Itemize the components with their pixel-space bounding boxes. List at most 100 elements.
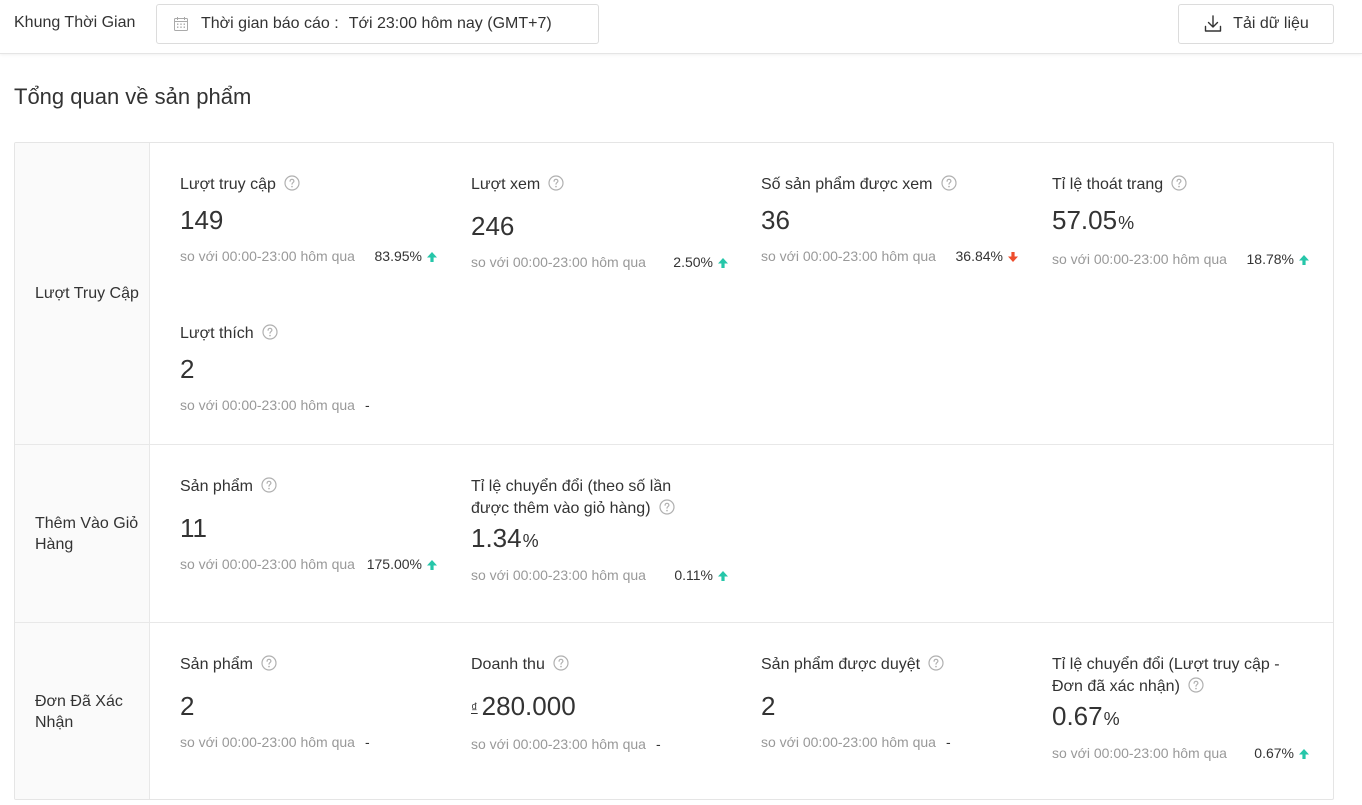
row-label: Lượt Truy Cập <box>35 285 139 302</box>
metric-unit: % <box>522 531 539 551</box>
comparison-text: so với 00:00-23:00 hôm qua <box>1052 251 1227 267</box>
metric-comparison: so với 00:00-23:00 hôm qua 18.78% <box>1052 251 1310 268</box>
timeframe-label: Khung Thời Gian <box>14 14 136 31</box>
metric-cart-products: Sản phẩm 11 so với 00:00-23:00 hôm qua 1… <box>180 476 440 573</box>
metric-comparison: so với 00:00-23:00 hôm qua 2.50% <box>471 254 729 271</box>
arrow-up-icon <box>1298 254 1310 266</box>
metric-comparison: so với 00:00-23:00 hôm qua - <box>761 734 1019 751</box>
change-percent: - <box>655 736 661 752</box>
metric-title: Tỉ lệ chuyển đổi (Lượt truy cập - Đơn đã… <box>1052 656 1280 695</box>
comparison-text: so với 00:00-23:00 hôm qua <box>761 248 936 264</box>
row-label-cell: Lượt Truy Cập <box>15 143 150 444</box>
metric-value: 36 <box>761 205 790 235</box>
calendar-icon <box>173 16 189 32</box>
change-percent: 36.84% <box>955 248 1003 264</box>
comparison-text: so với 00:00-23:00 hôm qua <box>471 736 646 752</box>
metric-comparison: so với 00:00-23:00 hôm qua 0.11% <box>471 567 729 584</box>
metric-title: Số sản phẩm được xem <box>761 176 933 193</box>
help-icon[interactable] <box>261 477 277 493</box>
metric-cart-conversion-rate: Tỉ lệ chuyển đổi (theo số lần được thêm … <box>471 476 731 584</box>
metric-value: 2 <box>761 691 776 721</box>
comparison-text: so với 00:00-23:00 hôm qua <box>180 734 355 750</box>
comparison-text: so với 00:00-23:00 hôm qua <box>761 734 936 750</box>
metric-title: Sản phẩm được duyệt <box>761 656 921 673</box>
download-data-button[interactable]: Tải dữ liệu <box>1178 4 1334 44</box>
metric-value: 57.05 <box>1052 205 1118 235</box>
metric-comparison: so với 00:00-23:00 hôm qua 0.67% <box>1052 745 1310 762</box>
metric-comparison: so với 00:00-23:00 hôm qua - <box>471 736 729 753</box>
change-percent: - <box>364 734 370 750</box>
metric-value: 280.000 <box>481 691 576 721</box>
metric-visits: Lượt truy cập 149 so với 00:00-23:00 hôm… <box>180 174 440 265</box>
top-toolbar: Khung Thời Gian Thời gian báo cáo : Tới … <box>0 0 1362 54</box>
metric-products-viewed: Số sản phẩm được xem 36 so với 00:00-23:… <box>761 174 1021 265</box>
metric-value: 11 <box>180 513 207 543</box>
comparison-text: so với 00:00-23:00 hôm qua <box>471 254 646 270</box>
comparison-text: so với 00:00-23:00 hôm qua <box>180 248 355 264</box>
metric-title: Sản phẩm <box>180 656 253 673</box>
help-icon[interactable] <box>284 175 300 191</box>
report-date-picker[interactable]: Thời gian báo cáo : Tới 23:00 hôm nay (G… <box>156 4 599 44</box>
metric-title: Doanh thu <box>471 656 545 673</box>
change-percent: 18.78% <box>1246 251 1294 267</box>
metric-unit: % <box>1118 213 1135 233</box>
change-percent: 0.11% <box>674 567 713 583</box>
help-icon[interactable] <box>1188 677 1204 693</box>
help-icon[interactable] <box>553 655 569 671</box>
metric-value: 0.67 <box>1052 701 1103 731</box>
metric-value: 1.34 <box>471 523 522 553</box>
comparison-text: so với 00:00-23:00 hôm qua <box>180 556 355 572</box>
comparison-text: so với 00:00-23:00 hôm qua <box>471 567 646 583</box>
arrow-up-icon <box>717 257 729 269</box>
metric-title: Lượt truy cập <box>180 176 276 193</box>
row-label: Thêm Vào Giỏ Hàng <box>35 514 139 553</box>
arrow-down-icon <box>1007 251 1019 263</box>
change-percent: 175.00% <box>366 556 422 572</box>
metric-comparison: so với 00:00-23:00 hôm qua 83.95% <box>180 248 438 265</box>
metric-comparison: so với 00:00-23:00 hôm qua 175.00% <box>180 556 438 573</box>
download-button-label: Tải dữ liệu <box>1233 15 1309 32</box>
metric-row-confirmed-orders: Đơn Đã Xác Nhận Sản phẩm 2 so với 00:00-… <box>15 623 1333 799</box>
metric-approved-products: Sản phẩm được duyệt 2 so với 00:00-23:00… <box>761 654 1021 751</box>
metric-title: Lượt xem <box>471 176 541 193</box>
metric-value: 2 <box>180 691 195 721</box>
arrow-up-icon <box>717 570 729 582</box>
metric-value: 2 <box>180 354 195 384</box>
row-label-cell: Đơn Đã Xác Nhận <box>15 623 150 799</box>
metric-pageviews: Lượt xem 246 so với 00:00-23:00 hôm qua … <box>471 174 731 271</box>
metric-row-visits: Lượt Truy Cập Lượt truy cập 149 so với 0… <box>15 143 1333 445</box>
metric-bounce-rate: Tỉ lệ thoát trang 57.05% so với 00:00-23… <box>1052 174 1312 268</box>
metric-title: Sản phẩm <box>180 478 253 495</box>
date-range-value: Tới 23:00 hôm nay (GMT+7) <box>348 15 552 32</box>
help-icon[interactable] <box>548 175 564 191</box>
help-icon[interactable] <box>928 655 944 671</box>
metric-comparison: so với 00:00-23:00 hôm qua - <box>180 734 438 751</box>
arrow-up-icon <box>426 251 438 263</box>
currency-symbol: ₫ <box>471 700 478 715</box>
metric-comparison: so với 00:00-23:00 hôm qua 36.84% <box>761 248 1019 265</box>
help-icon[interactable] <box>941 175 957 191</box>
help-icon[interactable] <box>1171 175 1187 191</box>
metric-title: Tỉ lệ thoát trang <box>1052 176 1164 193</box>
download-icon <box>1203 14 1223 34</box>
comparison-text: so với 00:00-23:00 hôm qua <box>180 397 355 413</box>
metric-title: Tỉ lệ chuyển đổi (theo số lần được thêm … <box>471 478 672 517</box>
metric-order-conversion-rate: Tỉ lệ chuyển đổi (Lượt truy cập - Đơn đã… <box>1052 654 1312 762</box>
change-percent: 2.50% <box>673 254 713 270</box>
metric-revenue: Doanh thu ₫ 280.000 so với 00:00-23:00 hô… <box>471 654 731 753</box>
help-icon[interactable] <box>262 324 278 340</box>
row-label-cell: Thêm Vào Giỏ Hàng <box>15 445 150 622</box>
metric-unit: % <box>1103 709 1120 729</box>
metric-order-products: Sản phẩm 2 so với 00:00-23:00 hôm qua - <box>180 654 440 751</box>
metric-value: 246 <box>471 211 515 241</box>
product-overview-card: Lượt Truy Cập Lượt truy cập 149 so với 0… <box>14 142 1334 800</box>
help-icon[interactable] <box>261 655 277 671</box>
help-icon[interactable] <box>659 499 675 515</box>
change-percent: - <box>945 734 951 750</box>
metric-title: Lượt thích <box>180 325 254 342</box>
row-label: Đơn Đã Xác Nhận <box>35 693 123 731</box>
change-percent: 0.67% <box>1254 745 1294 761</box>
change-percent: 83.95% <box>374 248 422 264</box>
metric-comparison: so với 00:00-23:00 hôm qua - <box>180 397 438 414</box>
date-prefix-label: Thời gian báo cáo : <box>201 15 339 32</box>
